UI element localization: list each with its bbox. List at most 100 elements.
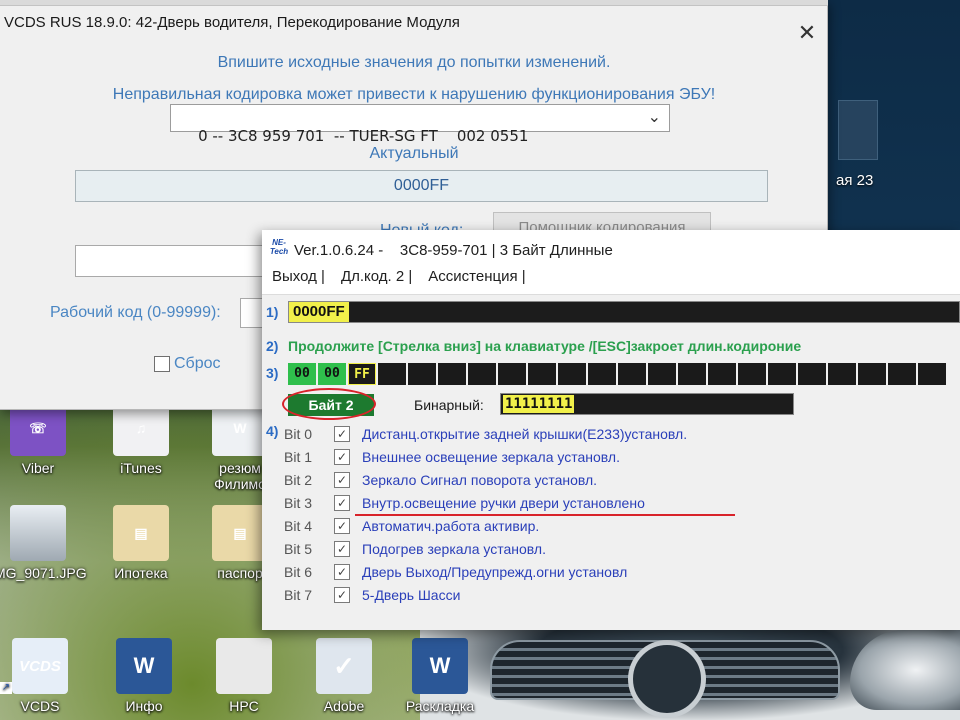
bit-checkbox[interactable]: ✓ [334, 495, 350, 511]
bit-row-5[interactable]: Bit 5 ✓ Подогрев зеркала установл. [284, 539, 546, 559]
bit-row-0[interactable]: Bit 0 ✓ Дистанц.открытие задней крышки(E… [284, 424, 687, 444]
bit-label: Bit 2 [284, 472, 313, 488]
helper-menu-bar: Выход | Дл.код. 2 | Ассистенция | [262, 268, 960, 294]
byte-cell[interactable] [618, 363, 646, 385]
bit-label: Bit 1 [284, 449, 313, 465]
pdf-icon [216, 638, 272, 694]
workshop-code-label: Рабочий код (0-99999): [50, 304, 221, 321]
byte-cell[interactable] [828, 363, 856, 385]
byte-cell[interactable] [528, 363, 556, 385]
desktop-icon-hpc[interactable]: НРС [200, 638, 288, 714]
byte-cell[interactable] [408, 363, 436, 385]
row-number-1: 1) [266, 304, 279, 320]
red-annotation-ellipse [282, 388, 376, 420]
byte-cell[interactable] [738, 363, 766, 385]
bit-row-1[interactable]: Bit 1 ✓ Внешнее освещение зеркала устано… [284, 447, 620, 467]
actual-code-field: 0000FF [75, 170, 768, 202]
byte-cell[interactable] [558, 363, 586, 385]
window-top-strip [0, 0, 828, 6]
long-coding-helper-window: NE-Tech Ver.1.0.6.24 - 3C8-959-701 | 3 Б… [262, 230, 960, 630]
bit-row-7[interactable]: Bit 7 ✓ 5-Дверь Шасси [284, 585, 460, 605]
byte-cell-1[interactable]: 00 [318, 363, 346, 385]
row-number-3: 3) [266, 365, 279, 381]
desktop-icon-viber[interactable]: ☏ Viber [0, 400, 82, 476]
module-select-value: 0 -- 3C8 959 701 -- TUER-SG FT 002 0551 [198, 127, 529, 145]
bit-description: 5-Дверь Шасси [362, 587, 461, 603]
bit-row-2[interactable]: Bit 2 ✓ Зеркало Сигнал поворота установл… [284, 470, 597, 490]
word-icon: W [412, 638, 468, 694]
photo-icon [10, 505, 66, 561]
bit-row-3[interactable]: Bit 3 ✓ Внутр.освещение ручки двери уста… [284, 493, 645, 513]
desktop-icon-label: НРС [229, 698, 259, 714]
menu-item-assistance[interactable]: Ассистенция | [428, 268, 525, 294]
bit-label: Bit 7 [284, 587, 313, 603]
byte-cell[interactable] [498, 363, 526, 385]
bit-description: Зеркало Сигнал поворота установл. [362, 472, 598, 488]
binary-value-field[interactable]: 11111111 [500, 393, 794, 415]
coding-string-value: 0000FF [289, 302, 349, 322]
byte-cell[interactable] [768, 363, 796, 385]
actual-code-label: Актуальный [369, 145, 459, 162]
bit-checkbox[interactable]: ✓ [334, 541, 350, 557]
helper-body: 1) 0000FF 2) Продолжите [Стрелка вниз] н… [262, 294, 960, 630]
desktop-icon-label: Viber [21, 460, 55, 476]
byte-cell-0[interactable]: 00 [288, 363, 316, 385]
bit-label: Bit 3 [284, 495, 313, 511]
chevron-down-icon[interactable]: ⌄ [648, 107, 661, 126]
byte-cell[interactable] [378, 363, 406, 385]
bit-checkbox[interactable]: ✓ [334, 449, 350, 465]
byte-cell[interactable] [468, 363, 496, 385]
byte-cell[interactable] [438, 363, 466, 385]
byte-cell[interactable] [678, 363, 706, 385]
bit-label: Bit 6 [284, 564, 313, 580]
desktop-icon-ipoteka[interactable]: ▤ Ипотека [97, 505, 185, 581]
desktop-icon-vcds[interactable]: VCDS VCDS ↗ [0, 638, 84, 714]
bit-checkbox[interactable]: ✓ [334, 564, 350, 580]
bit-checkbox[interactable]: ✓ [334, 518, 350, 534]
module-select[interactable]: 0 -- 3C8 959 701 -- TUER-SG FT 002 0551 … [170, 104, 670, 145]
desktop-icon-info[interactable]: W Инфо [100, 638, 188, 714]
checkbox-icon[interactable] [154, 356, 170, 372]
desktop-icon-photo[interactable]: MG_9071.JPG [0, 505, 87, 581]
bit-row-6[interactable]: Bit 6 ✓ Дверь Выход/Предупрежд.огни уста… [284, 562, 627, 582]
bit-checkbox[interactable]: ✓ [334, 472, 350, 488]
menu-item-exit[interactable]: Выход | [272, 268, 325, 294]
byte-cell-2-selected[interactable]: FF [348, 363, 376, 385]
bit-checkbox[interactable]: ✓ [334, 587, 350, 603]
byte-cell[interactable] [648, 363, 676, 385]
bit-description: Дверь Выход/Предупрежд.огни установл [362, 564, 628, 580]
vw-logo-icon [628, 640, 706, 718]
byte-selector-row: 00 00 FF [288, 363, 960, 385]
desktop-icon-itunes[interactable]: ♫ iTunes [97, 400, 185, 476]
byte-cell[interactable] [588, 363, 616, 385]
reset-checkbox[interactable]: Сброс [154, 355, 221, 373]
bit-checkbox[interactable]: ✓ [334, 426, 350, 442]
desktop-text-right: ая 23 [836, 172, 874, 189]
desktop-icon-label: Ипотека [114, 565, 168, 581]
desktop-icon-label: MG_9071.JPG [0, 565, 87, 581]
byte-cell[interactable] [858, 363, 886, 385]
red-annotation-underline [355, 514, 735, 516]
close-icon[interactable]: ✕ [792, 20, 822, 46]
byte-cell[interactable] [798, 363, 826, 385]
bit-description: Подогрев зеркала установл. [362, 541, 546, 557]
window-title: VCDS RUS 18.9.0: 42-Дверь водителя, Пере… [4, 14, 460, 31]
byte-cell[interactable] [708, 363, 736, 385]
desktop-icon-layout[interactable]: W Раскладка [396, 638, 484, 714]
netech-logo-icon: NE-Tech [269, 238, 289, 256]
byte-cell[interactable] [918, 363, 946, 385]
word-icon: W [116, 638, 172, 694]
reset-label: Сброс [174, 355, 221, 372]
bit-description: Автоматич.работа активир. [362, 518, 540, 534]
bit-row-4[interactable]: Bit 4 ✓ Автоматич.работа активир. [284, 516, 539, 536]
menu-item-long-code-2[interactable]: Дл.код. 2 | [341, 268, 412, 294]
folder-icon: ▤ [113, 505, 169, 561]
row-number-4: 4) [266, 423, 279, 439]
desktop-icon-adobe[interactable]: ✓ Adobe [300, 638, 388, 714]
desktop-thumbnail-icon[interactable] [838, 100, 878, 160]
coding-string-field[interactable]: 0000FF [288, 301, 960, 323]
new-code-input[interactable] [75, 245, 275, 277]
byte-cell[interactable] [888, 363, 916, 385]
helper-title: Ver.1.0.6.24 - 3C8-959-701 | 3 Байт Длин… [294, 242, 613, 259]
bit-description: Внутр.освещение ручки двери установлено [362, 495, 645, 511]
